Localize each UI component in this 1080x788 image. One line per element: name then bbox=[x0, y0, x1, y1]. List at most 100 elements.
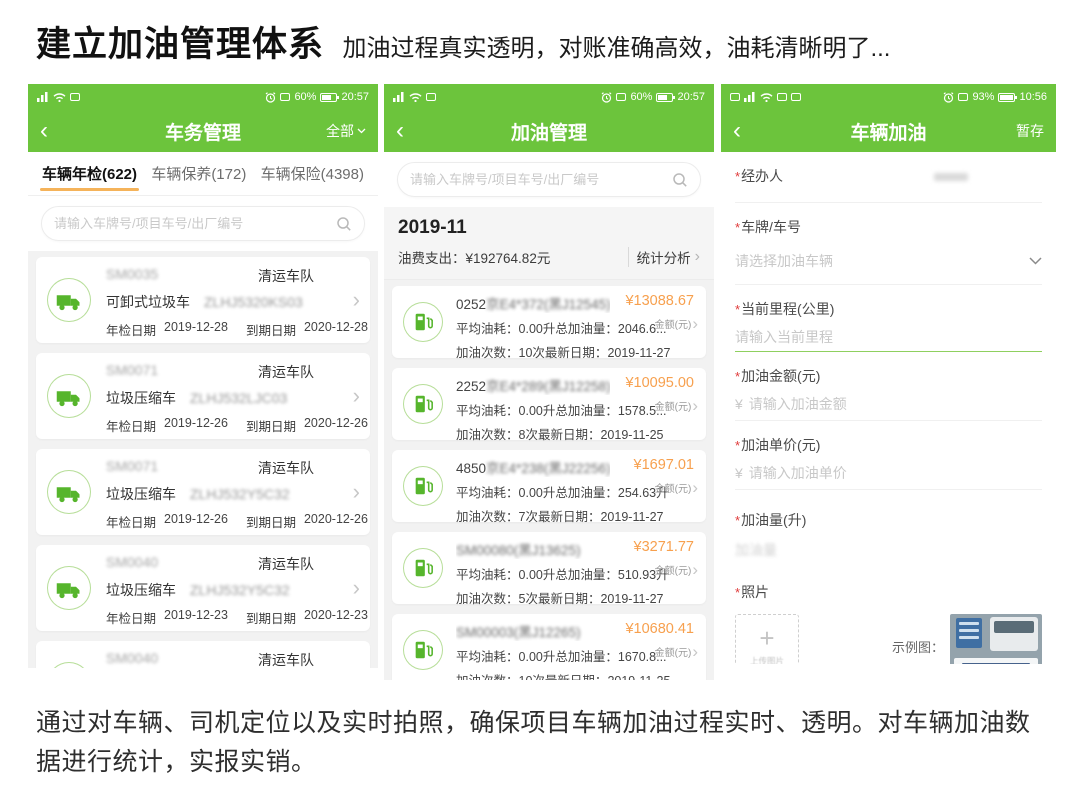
page: 建立加油管理体系 加油过程真实透明，对账准确高效，油耗清晰明了... 60% 2… bbox=[0, 0, 1080, 788]
fueling-card[interactable]: 4850京E4*238(黑J22256) ¥1697.01 金额(元)› 平均油… bbox=[392, 450, 706, 522]
avg-fuel-value: 0.00升 bbox=[519, 568, 556, 582]
check-date: 2019-12-26 bbox=[164, 512, 228, 531]
fueling-times-label: 加油次数： bbox=[456, 510, 519, 524]
truck-icon bbox=[47, 374, 91, 418]
fuel-pump-icon bbox=[403, 630, 443, 670]
search-input[interactable] bbox=[54, 216, 328, 231]
vehicle-card[interactable]: SM0040清运车队 垃圾压缩车ZLHJ532Y5C32 年检日期2019-12… bbox=[36, 545, 370, 631]
fueling-card[interactable]: 2252京E4*289(黑J12258) ¥10095.00 金额(元)› 平均… bbox=[392, 368, 706, 440]
divider bbox=[735, 420, 1042, 421]
divider bbox=[735, 202, 1042, 203]
tab-maintenance[interactable]: 车辆保养(172) bbox=[149, 152, 248, 195]
expire-date-label: 到期日期 bbox=[246, 320, 296, 339]
price-field-label: * 加油单价(元) bbox=[735, 435, 1042, 455]
latest-date-value: 2019-11-25 bbox=[600, 428, 663, 442]
chevron-right-icon: › bbox=[695, 248, 700, 266]
wifi-icon bbox=[53, 92, 66, 102]
truck-icon bbox=[47, 662, 91, 668]
sample-photo-label: 示例图： bbox=[892, 637, 944, 656]
amount-field-label: * 加油金额(元) bbox=[735, 366, 1042, 386]
vehicle-card[interactable]: SM0035清运车队 可卸式垃圾车ZLHJ5320KS03 年检日期2019-1… bbox=[36, 257, 370, 343]
nav-bar: ‹ 车务管理 全部 bbox=[28, 110, 378, 152]
vehicle-plate: ZLHJ532LJC03 bbox=[190, 390, 287, 406]
battery-icon bbox=[656, 93, 673, 102]
chevron-down-icon bbox=[1029, 257, 1042, 265]
vehicle-field-label: * 车牌/车号 bbox=[735, 217, 1042, 237]
back-icon[interactable]: ‹ bbox=[733, 119, 741, 143]
search-section bbox=[384, 152, 714, 207]
volume-input[interactable] bbox=[735, 542, 1042, 558]
search-input[interactable] bbox=[410, 172, 664, 187]
status-time: 20:57 bbox=[341, 91, 369, 103]
battery-percent: 60% bbox=[294, 91, 316, 103]
avg-fuel-label: 平均油耗： bbox=[456, 486, 519, 500]
price-input[interactable] bbox=[749, 465, 1042, 481]
vehicle-plate: ZLHJ5320KS03 bbox=[204, 294, 303, 310]
vehicle-card[interactable]: SM0071清运车队 垃圾压缩车ZLHJ532Y5C32 年检日期2019-12… bbox=[36, 449, 370, 535]
nfc-icon bbox=[426, 93, 436, 101]
fueling-title-blurred: 京E4*289(黑J12258) bbox=[486, 379, 610, 394]
back-icon[interactable]: ‹ bbox=[396, 119, 404, 143]
battery-percent: 60% bbox=[630, 91, 652, 103]
chevron-right-icon: › bbox=[692, 643, 698, 660]
phone-fueling-management: 60% 20:57 ‹ 加油管理 2019-11 油费支出： ¥192764.8… bbox=[384, 84, 714, 680]
expire-date-label: 到期日期 bbox=[246, 416, 296, 435]
stats-analysis-link[interactable]: 统计分析 › bbox=[628, 247, 700, 267]
status-time: 10:56 bbox=[1019, 91, 1047, 103]
amount-input[interactable] bbox=[749, 396, 1042, 412]
fueling-amount: ¥1697.01 bbox=[634, 457, 694, 473]
expire-date: 2020-12-23 bbox=[304, 608, 368, 627]
upload-photo-label: 上传图片 bbox=[750, 655, 784, 664]
truck-icon bbox=[47, 566, 91, 610]
fleet-name: 清运车队 bbox=[258, 362, 314, 382]
tab-annual-inspection[interactable]: 车辆年检(622) bbox=[40, 152, 139, 195]
back-icon[interactable]: ‹ bbox=[40, 119, 48, 143]
volume-field[interactable] bbox=[735, 542, 1042, 558]
mileage-field-label: * 当前里程(公里) bbox=[735, 299, 1042, 319]
vibrate-icon bbox=[616, 93, 626, 101]
tab-insurance[interactable]: 车辆保险(4398) bbox=[259, 152, 366, 195]
fleet-name: 清运车队 bbox=[258, 266, 314, 286]
fueling-amount: ¥10095.00 bbox=[625, 375, 694, 391]
filter-all-button[interactable]: 全部 bbox=[326, 121, 366, 141]
fueling-card[interactable]: SM00003(黑J12265) ¥10680.41 金额(元)› 平均油耗：0… bbox=[392, 614, 706, 680]
battery-percent: 93% bbox=[972, 91, 994, 103]
signal-icon bbox=[37, 92, 49, 102]
search-box[interactable] bbox=[41, 206, 365, 241]
fueling-card[interactable]: SM00080(黑J13625) ¥3271.77 金额(元)› 平均油耗：0.… bbox=[392, 532, 706, 604]
mileage-field[interactable] bbox=[735, 329, 1042, 345]
status-time: 20:57 bbox=[677, 91, 705, 103]
temp-save-label: 暂存 bbox=[1016, 121, 1044, 141]
check-date-label: 年检日期 bbox=[106, 512, 156, 531]
upload-photo-button[interactable]: + 上传图片 bbox=[735, 614, 799, 664]
mileage-input[interactable] bbox=[735, 329, 1042, 345]
signal-icon bbox=[393, 92, 405, 102]
temp-save-button[interactable]: 暂存 bbox=[1016, 121, 1044, 141]
phone-vehicle-fueling-form: 93% 10:56 ‹ 车辆加油 暂存 * 经办人 * 车牌/车号 bbox=[721, 84, 1056, 664]
vehicle-id: SM0040 bbox=[106, 650, 158, 668]
plus-icon: + bbox=[759, 625, 774, 651]
vehicle-card[interactable]: SM0071清运车队 垃圾压缩车ZLHJ532LJC03 年检日期2019-12… bbox=[36, 353, 370, 439]
fueling-form: * 经办人 * 车牌/车号 请选择加油车辆 * 当前里程(公里) bbox=[721, 166, 1056, 664]
fleet-name: 清运车队 bbox=[258, 458, 314, 478]
fueling-card[interactable]: 0252京E4*372(黑J12545) ¥13088.67 金额(元)› 平均… bbox=[392, 286, 706, 358]
avg-fuel-label: 平均油耗： bbox=[456, 568, 519, 582]
fueling-times-value: 10次 bbox=[519, 674, 545, 680]
search-box[interactable] bbox=[397, 162, 701, 197]
check-date: 2019-12-26 bbox=[164, 416, 228, 435]
operator-value-redacted bbox=[934, 173, 968, 181]
latest-date-label: 最新日期： bbox=[538, 510, 601, 524]
fueling-title-blurred: 京E4*238(黑J22256) bbox=[486, 461, 610, 476]
phone-vehicle-management: 60% 20:57 ‹ 车务管理 全部 车辆年检(622) 车辆保养(172) … bbox=[28, 84, 378, 668]
vehicle-type: 垃圾压缩车 bbox=[106, 388, 176, 408]
vehicle-card[interactable]: SM0040清运车队 bbox=[36, 641, 370, 668]
chevron-right-icon: › bbox=[692, 397, 698, 414]
vehicle-select[interactable]: 请选择加油车辆 bbox=[735, 251, 1042, 271]
fueling-title: 0252 bbox=[456, 297, 486, 312]
amount-field[interactable]: ¥ bbox=[735, 396, 1042, 412]
expire-date: 2020-12-26 bbox=[304, 416, 368, 435]
mode-icon bbox=[791, 93, 801, 101]
price-field[interactable]: ¥ bbox=[735, 465, 1042, 481]
avg-fuel-value: 0.00升 bbox=[519, 650, 556, 664]
required-asterisk: * bbox=[735, 220, 740, 235]
